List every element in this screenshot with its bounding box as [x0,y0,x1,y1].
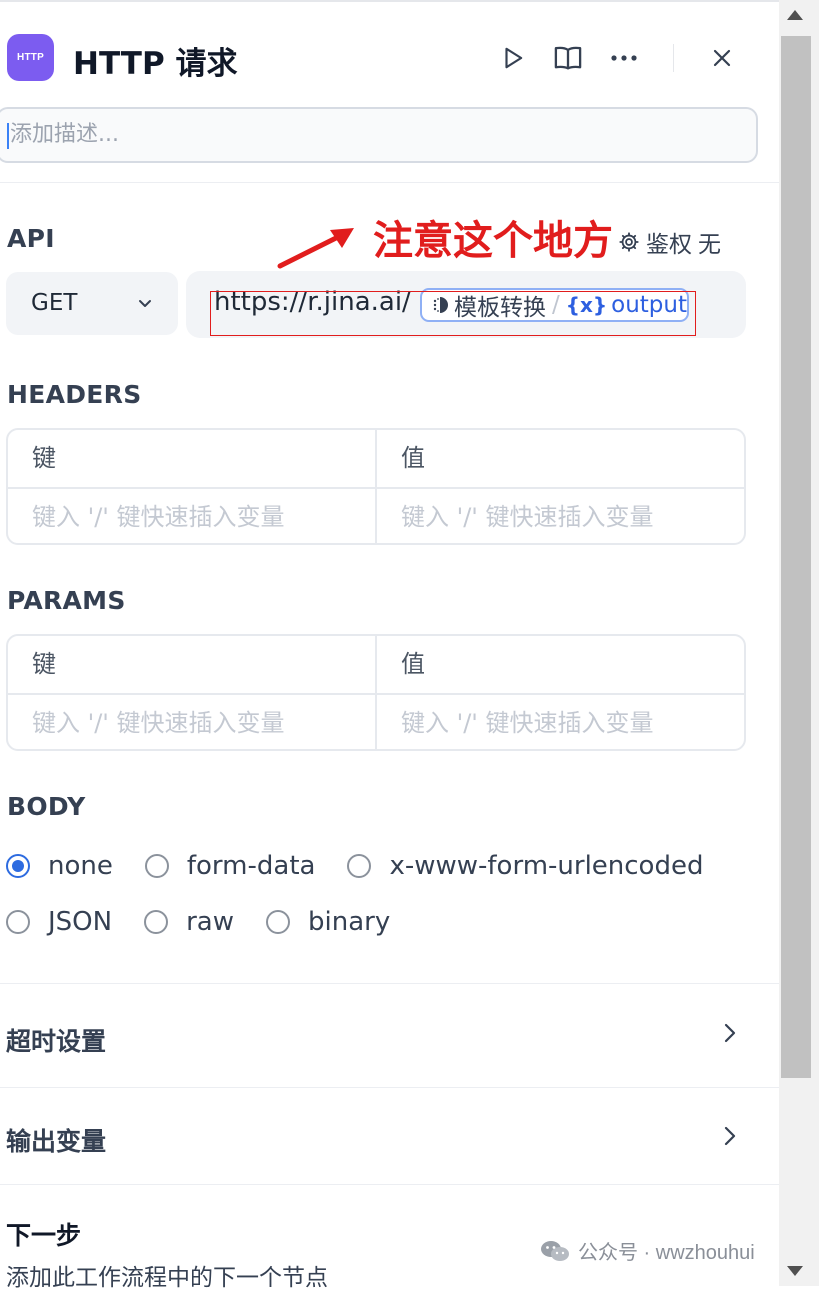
auth-setting[interactable]: 鉴权 无 [618,225,721,259]
body-option-json[interactable]: JSON [6,907,112,937]
body-type-row-2: JSON raw binary [6,907,422,937]
annotation-text: 注意这个地方 [373,218,613,264]
http-icon-label: HTTP [17,52,44,63]
next-step-description: 添加此工作流程中的下一个节点 [6,1265,328,1291]
docs-button[interactable] [550,40,586,76]
table-row: 键入 '/' 键快速插入变量 键入 '/' 键快速插入变量 [8,487,744,543]
annotation-highlight-box [210,291,696,336]
radio-icon[interactable] [265,910,290,934]
next-step-title: 下一步 [6,1221,82,1250]
header-value-input[interactable]: 键入 '/' 键快速插入变量 [401,489,741,543]
divider [0,182,779,183]
watermark: 公众号 · wwzhouhui [540,1236,755,1265]
close-icon [713,49,731,67]
value-header: 值 [401,444,425,472]
top-border [0,0,779,2]
annotation-arrow-icon [277,228,354,269]
header-separator [673,44,674,72]
body-type-row-1: none form-data x-www-form-urlencoded [6,851,735,881]
params-section-label: PARAMS [7,586,126,615]
header-key-input[interactable]: 键入 '/' 键快速插入变量 [32,489,372,543]
panel-title: HTTP 请求 [73,46,238,82]
radio-label: x-www-form-urlencoded [389,851,704,881]
divider [0,983,779,984]
http-request-panel: HTTP HTTP 请求 添加描述... API 注意这个地方 鉴权 无 GET [0,0,779,1291]
radio-label: none [48,851,113,881]
text-caret [7,123,9,149]
auth-value: 无 [698,232,721,258]
body-option-binary[interactable]: binary [265,907,391,937]
body-section-label: BODY [7,792,86,821]
body-option-none[interactable]: none [6,851,113,881]
wechat-icon [541,1240,569,1261]
param-value-input[interactable]: 键入 '/' 键快速插入变量 [401,695,741,749]
chevron-down-icon [139,300,151,307]
book-icon [554,46,582,70]
more-dots-icon [611,55,637,61]
headers-section-label: HEADERS [7,380,142,409]
divider [0,1184,779,1185]
radio-icon[interactable] [144,910,169,934]
radio-label: raw [186,907,234,937]
params-table: 键 值 键入 '/' 键快速插入变量 键入 '/' 键快速插入变量 [6,634,746,751]
body-option-raw[interactable]: raw [144,907,234,937]
method-select[interactable]: GET [6,272,178,335]
scrollbar-thumb[interactable] [781,36,811,1078]
body-option-form-data[interactable]: form-data [144,851,316,881]
key-header: 键 [32,650,56,678]
http-node-icon: HTTP [7,34,54,81]
description-placeholder: 添加描述... [10,122,119,147]
play-icon [505,47,523,69]
api-section-label: API [7,224,55,253]
output-variables-toggle[interactable]: 输出变量 [6,1122,106,1158]
table-header-row: 键 值 [8,636,744,692]
key-header: 键 [32,444,56,472]
chevron-right-icon[interactable] [719,1123,741,1149]
table-row: 键入 '/' 键快速插入变量 键入 '/' 键快速插入变量 [8,693,744,749]
watermark-text: 公众号 · wwzhouhui [578,1242,755,1264]
run-button[interactable] [495,40,531,76]
auth-label: 鉴权 [646,232,692,258]
radio-icon[interactable] [144,854,169,878]
radio-label: form-data [186,851,316,881]
radio-selected-icon[interactable] [6,854,30,878]
headers-table: 键 值 键入 '/' 键快速插入变量 键入 '/' 键快速插入变量 [6,428,746,545]
chevron-right-icon[interactable] [719,1020,741,1046]
scroll-up-arrow-icon[interactable] [787,10,803,20]
more-button[interactable] [606,40,642,76]
timeout-settings-toggle[interactable]: 超时设置 [6,1022,106,1058]
radio-label: binary [307,907,391,937]
radio-icon[interactable] [6,910,30,934]
divider [0,1087,779,1088]
scroll-down-arrow-icon[interactable] [787,1266,803,1276]
radio-icon[interactable] [347,854,372,878]
body-option-urlencoded[interactable]: x-www-form-urlencoded [347,851,703,881]
table-header-row: 键 值 [8,430,744,486]
close-button[interactable] [704,40,740,76]
value-header: 值 [401,650,425,678]
param-key-input[interactable]: 键入 '/' 键快速插入变量 [32,695,372,749]
radio-label: JSON [48,907,113,937]
method-value: GET [31,290,78,316]
gear-icon [619,232,639,252]
description-input[interactable]: 添加描述... [0,107,758,163]
